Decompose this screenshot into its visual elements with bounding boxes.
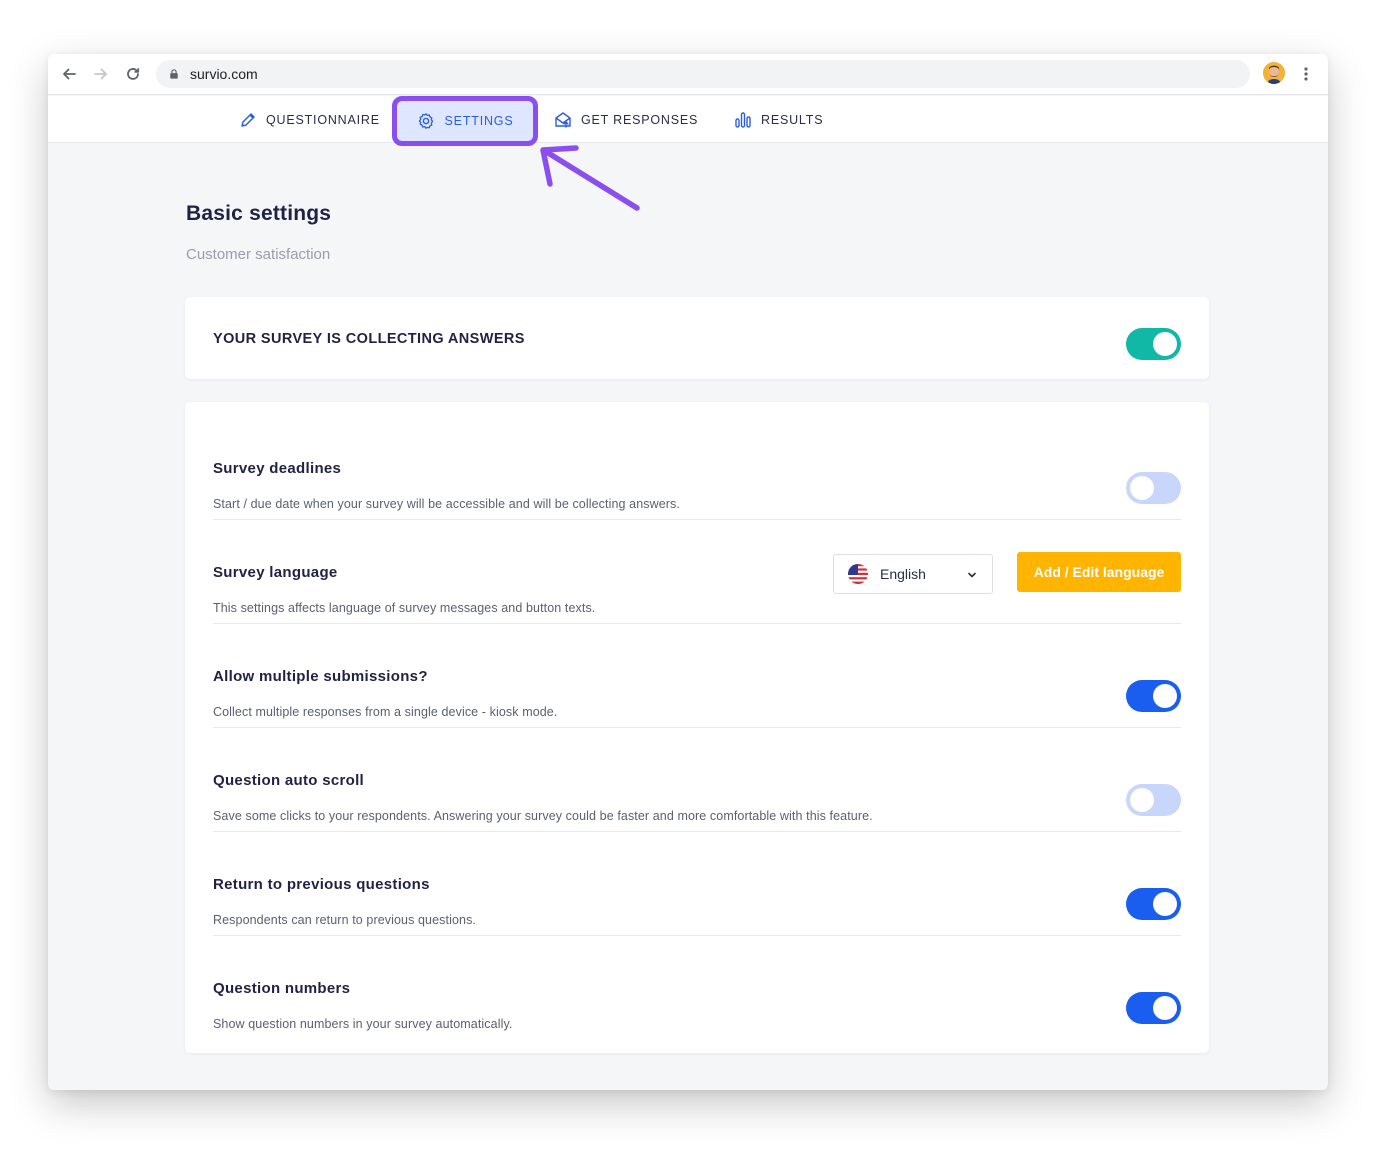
tab-label: RESULTS (761, 112, 824, 127)
auto-scroll-toggle[interactable] (1126, 784, 1181, 816)
setting-description: Collect multiple responses from a single… (213, 705, 558, 719)
selected-language: English (880, 566, 926, 582)
setting-row-question-numbers: Question numbers Show question numbers i… (213, 936, 1181, 1040)
setting-row-deadlines: Survey deadlines Start / due date when y… (213, 416, 1181, 520)
bar-chart-icon (735, 111, 751, 128)
question-numbers-toggle[interactable] (1126, 992, 1181, 1024)
collecting-card: YOUR SURVEY IS COLLECTING ANSWERS (185, 297, 1209, 379)
reload-icon[interactable] (121, 63, 145, 85)
address-bar[interactable]: survio.com (156, 60, 1250, 88)
browser-window: survio.com QUESTIONNAIRE SETTINGS GET RE… (48, 54, 1328, 1090)
chevron-down-icon (968, 572, 976, 578)
setting-description: This settings affects language of survey… (213, 601, 596, 615)
tab-results[interactable]: RESULTS (734, 96, 823, 143)
tab-get-responses[interactable]: GET RESPONSES (554, 96, 698, 143)
setting-title: Allow multiple submissions? (213, 668, 428, 685)
setting-title: Survey language (213, 564, 338, 581)
back-icon[interactable] (57, 63, 81, 85)
survey-name: Customer satisfaction (186, 246, 331, 263)
annotation-arrow-icon (540, 145, 640, 211)
pencil-icon (241, 112, 255, 127)
forward-icon[interactable] (89, 63, 113, 85)
setting-row-auto-scroll: Question auto scroll Save some clicks to… (213, 728, 1181, 832)
survey-tabs: QUESTIONNAIRE SETTINGS GET RESPONSES RES… (48, 96, 1328, 146)
gear-icon (418, 113, 433, 129)
toggle-knob (1130, 476, 1154, 500)
collecting-label: YOUR SURVEY IS COLLECTING ANSWERS (213, 331, 525, 347)
setting-description: Respondents can return to previous quest… (213, 913, 476, 927)
envelope-share-icon (555, 111, 571, 128)
setting-description: Save some clicks to your respondents. An… (213, 809, 873, 823)
tab-label: GET RESPONSES (581, 112, 699, 127)
setting-title: Survey deadlines (213, 460, 342, 477)
setting-title: Question auto scroll (213, 772, 365, 789)
tab-label: QUESTIONNAIRE (266, 112, 380, 127)
toggle-knob (1153, 996, 1177, 1020)
url-text: survio.com (190, 66, 258, 82)
language-select[interactable]: English (833, 554, 993, 594)
us-flag-icon (848, 564, 868, 584)
setting-row-multiple-submissions: Allow multiple submissions? Collect mult… (213, 624, 1181, 728)
deadlines-toggle[interactable] (1126, 472, 1181, 504)
setting-row-language: Survey language This settings affects la… (213, 520, 1181, 624)
settings-card: Survey deadlines Start / due date when y… (185, 402, 1209, 1053)
toggle-knob (1153, 684, 1177, 708)
setting-title: Return to previous questions (213, 876, 430, 893)
setting-title: Question numbers (213, 980, 351, 997)
return-previous-toggle[interactable] (1126, 888, 1181, 920)
profile-avatar[interactable] (1263, 62, 1285, 84)
lock-icon (169, 68, 181, 80)
tab-settings[interactable]: SETTINGS (392, 96, 538, 146)
collecting-toggle[interactable] (1126, 328, 1181, 360)
setting-description: Start / due date when your survey will b… (213, 497, 680, 511)
tab-label: SETTINGS (444, 114, 514, 128)
toggle-knob (1153, 892, 1177, 916)
toggle-knob (1130, 788, 1154, 812)
more-menu-icon[interactable] (1299, 64, 1313, 84)
page-title: Basic settings (186, 202, 332, 225)
toggle-knob (1153, 332, 1177, 356)
tab-questionnaire[interactable]: QUESTIONNAIRE (239, 96, 380, 143)
add-edit-language-button[interactable]: Add / Edit language (1017, 552, 1181, 592)
setting-description: Show question numbers in your survey aut… (213, 1017, 513, 1031)
multiple-submissions-toggle[interactable] (1126, 680, 1181, 712)
setting-row-return-previous: Return to previous questions Respondents… (213, 832, 1181, 936)
browser-toolbar: survio.com (48, 54, 1328, 95)
